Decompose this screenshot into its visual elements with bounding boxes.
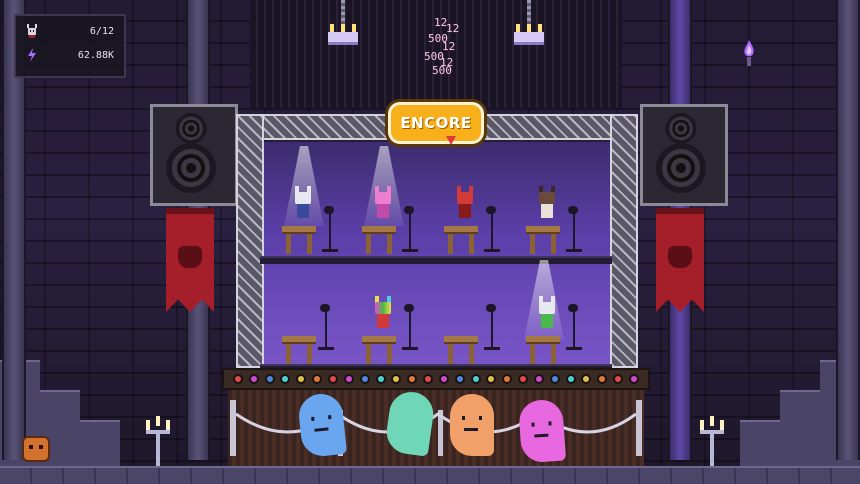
chandelier-icon (512, 0, 546, 50)
face-icon[interactable] (22, 436, 50, 462)
chandelier-icon (326, 0, 360, 50)
demon-skull-icon (178, 246, 202, 268)
stage-light-icon (359, 374, 370, 384)
left-speaker (150, 104, 238, 206)
stage-light-icon (565, 374, 576, 384)
stage-light-icon (391, 374, 402, 384)
right-speaker (640, 104, 728, 206)
microphone-stand-icon (482, 206, 502, 252)
game-scene: 6/12 62.88K 12 12 500 12 500 12 500 ENCO… (0, 0, 860, 484)
resource-panel: 6/12 62.88K (14, 14, 126, 78)
speaker-cone-icon (656, 143, 706, 193)
microphone-stand-icon (482, 304, 502, 350)
desk (444, 336, 478, 364)
stage-light-icon (629, 374, 640, 384)
lightning-icon (28, 48, 36, 62)
desk (362, 226, 396, 254)
microphone-stand-icon (564, 206, 584, 252)
right-stair-step (740, 420, 780, 472)
purple-flame-icon (744, 40, 754, 66)
stage-light-icon (533, 374, 544, 384)
red-demon-performer[interactable] (454, 186, 476, 220)
pointer-cursor-icon (446, 136, 456, 145)
stage-light-icon (327, 374, 338, 384)
left-stair-step (80, 420, 120, 472)
energy-row: 62.88K (16, 46, 124, 68)
right-stair-step (780, 390, 820, 472)
floor (0, 466, 860, 484)
stage-light-icon (423, 374, 434, 384)
desk (282, 336, 316, 364)
candelabra-icon (144, 416, 172, 466)
pink-ghost-audience (517, 398, 567, 464)
stage-front (228, 390, 644, 468)
desk (282, 226, 316, 254)
stage-light-icon (470, 374, 481, 384)
truss-left (236, 114, 264, 368)
microphone-stand-icon (400, 206, 420, 252)
fans-count: 6/12 (89, 26, 114, 37)
stage-light-icon (597, 374, 608, 384)
microphone-stand-icon (400, 304, 420, 350)
rope-barrier (230, 400, 642, 456)
stage-light-icon (375, 374, 386, 384)
speaker-cone-icon (166, 143, 216, 193)
microphone-stand-icon (320, 206, 340, 252)
desk (362, 336, 396, 364)
stage-light-icon (248, 374, 259, 384)
rainbow-demon-performer[interactable] (372, 296, 394, 330)
stage-light-icon (232, 374, 243, 384)
score-popup: 500 (432, 64, 452, 77)
orange-ghost-audience (450, 394, 494, 456)
pillar (836, 0, 860, 460)
stage-light-icon (264, 374, 275, 384)
demon-skull-icon (668, 246, 692, 268)
stage-light-icon (407, 374, 418, 384)
stage-light-icon (518, 374, 529, 384)
brown-demon-performer[interactable] (536, 186, 558, 220)
stage-light-icon (486, 374, 497, 384)
speaker-cone-icon (175, 113, 207, 144)
desk (526, 226, 560, 254)
stage-light-icon (454, 374, 465, 384)
speaker-cone-icon (665, 113, 697, 144)
stage-light-icon (343, 374, 354, 384)
desk (526, 336, 560, 364)
demon-banner (656, 208, 704, 312)
stage-shelf (260, 256, 612, 264)
demon-banner (166, 208, 214, 312)
truss-right (610, 114, 638, 368)
score-popups: 12 12 500 12 500 12 500 (420, 14, 470, 77)
green-demon-performer[interactable] (536, 296, 558, 330)
stage-light-icon (549, 374, 560, 384)
encore-button[interactable]: ENCORE (388, 102, 484, 144)
stage-light-icon (613, 374, 624, 384)
stage-light-icon (502, 374, 513, 384)
candelabra-icon (698, 416, 726, 466)
fans-row: 6/12 (16, 22, 124, 44)
stage-light-icon (280, 374, 291, 384)
microphone-stand-icon (316, 304, 336, 350)
energy-value: 62.88K (77, 50, 114, 61)
stage-light-icon (312, 374, 323, 384)
stage-light-icon (296, 374, 307, 384)
pink-demon-performer[interactable] (372, 186, 394, 220)
stage-light-icon (581, 374, 592, 384)
stage-light-icon (438, 374, 449, 384)
microphone-stand-icon (564, 304, 584, 350)
desk (444, 226, 478, 254)
stage-lights-bar (222, 368, 650, 390)
white-demon-performer[interactable] (292, 186, 314, 220)
demon-head-icon (27, 24, 37, 38)
